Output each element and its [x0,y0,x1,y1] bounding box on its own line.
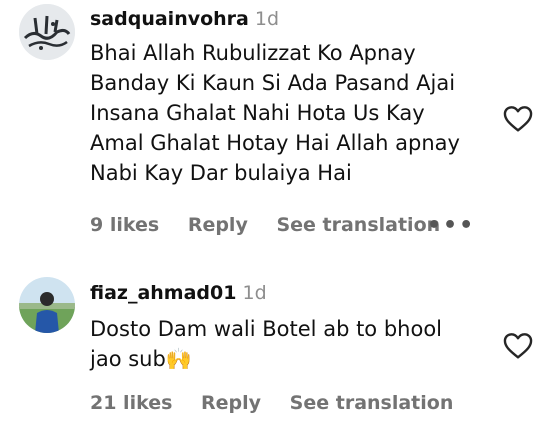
more-options-icon[interactable]: ••• [427,213,475,238]
avatar[interactable] [19,4,75,60]
username[interactable]: sadquainvohra [90,8,249,30]
comment-actions: 21 likes Reply See translation [90,392,475,414]
reply-button[interactable]: Reply [201,392,261,414]
comment-actions: 9 likes Reply See translation [90,214,462,236]
comment-text: Dosto Dam wali Botel ab to bhool jao sub… [90,317,442,371]
comment-item: fiaz_ahmad01 1d Dosto Dam wali Botel ab t… [0,268,550,418]
see-translation-button[interactable]: See translation [276,214,440,236]
heart-outline-icon[interactable] [502,330,534,362]
comment-header: fiaz_ahmad01 1d [90,282,267,304]
see-translation-button[interactable]: See translation [290,392,454,414]
person-field-avatar-icon [19,277,75,333]
comment-header: sadquainvohra 1d [90,8,279,30]
comment-text: Bhai Allah Rubulizzat Ko Apnay Banday Ki… [90,41,460,185]
likes-count[interactable]: 21 likes [90,392,172,414]
username[interactable]: fiaz_ahmad01 [90,282,236,304]
comment-item: sadquainvohra 1d Bhai Allah Rubulizzat Ko… [0,0,550,260]
avatar[interactable] [19,277,75,333]
heart-outline-icon[interactable] [502,103,534,135]
calligraphy-avatar-icon [19,4,75,60]
reply-button[interactable]: Reply [188,214,248,236]
timestamp: 1d [242,282,267,304]
timestamp: 1d [254,8,280,30]
likes-count[interactable]: 9 likes [90,214,159,236]
